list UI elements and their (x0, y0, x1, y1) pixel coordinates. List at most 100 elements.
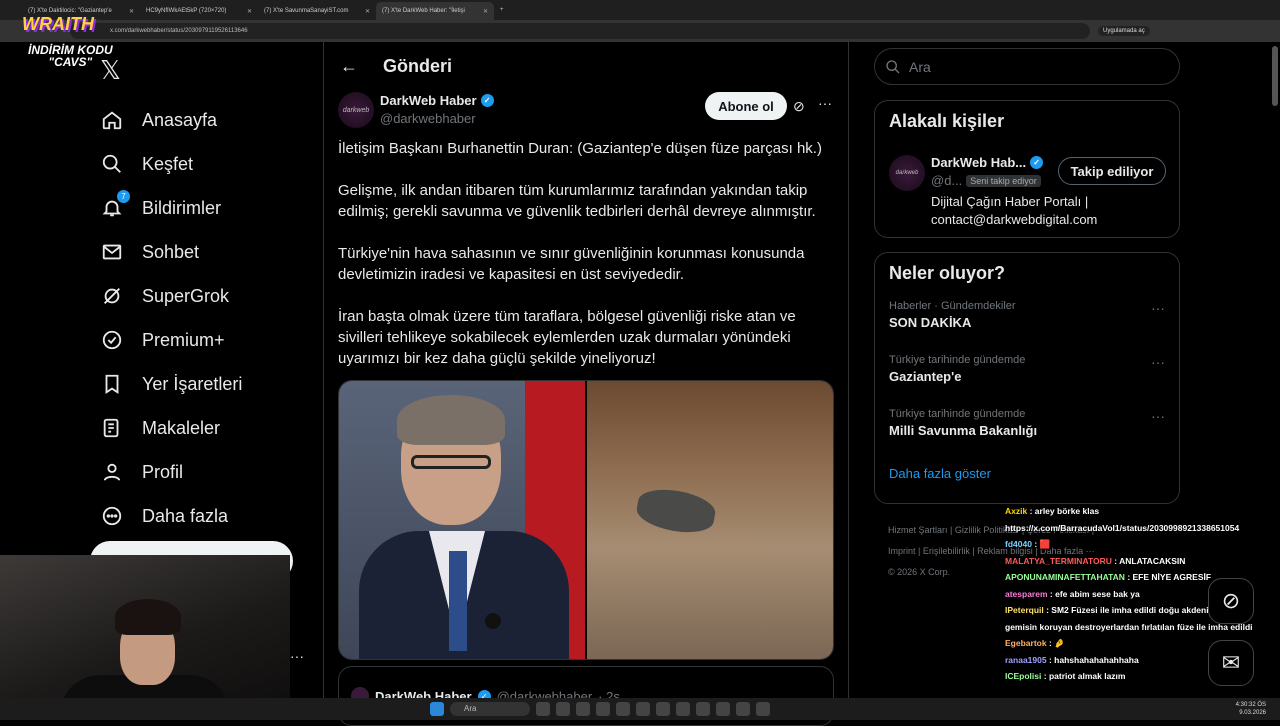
author-name-row[interactable]: DarkWeb Haber ✓ (380, 93, 494, 108)
related-handle: @d... (931, 173, 963, 188)
sidebar-item-notifications[interactable]: 7 Bildirimler (100, 186, 242, 230)
chat-message: Axzik : arley börke klas (1005, 503, 1275, 520)
sidebar-item-explore[interactable]: Keşfet (100, 142, 242, 186)
chat-text: : arley börke klas (1029, 506, 1100, 516)
trend-name: Gaziantep'e (889, 369, 962, 384)
microphone-shape (485, 613, 501, 629)
sidebar-item-articles[interactable]: Makaleler (100, 406, 242, 450)
more-options-icon[interactable]: ··· (1151, 408, 1165, 424)
taskbar-app-icon[interactable] (596, 702, 610, 716)
chat-text: : 🟥 (1034, 539, 1051, 549)
close-icon[interactable]: ✕ (483, 8, 488, 15)
chat-text: https://x.com/BarracudaVol1/status/20309… (1005, 522, 1240, 533)
taskbar-app-icon[interactable] (636, 702, 650, 716)
author-name: DarkWeb Haber (380, 93, 477, 108)
tab-label: (7) X'te DarkWeb Haber: "İletişi (382, 8, 465, 14)
url-field[interactable]: x.com/darkwebhaber/status/20309791195261… (70, 23, 1090, 39)
scrollbar[interactable] (1272, 46, 1278, 106)
search-icon (100, 152, 124, 176)
more-options-icon[interactable]: ··· (1151, 354, 1165, 370)
account-menu-icon[interactable]: ··· (290, 648, 304, 664)
sidebar-item-label: Daha fazla (142, 505, 229, 526)
grok-float-icon[interactable]: ⊘ (1208, 578, 1254, 624)
tab-label: (7) X'te SavunmaSanayiST.com (264, 8, 349, 14)
new-tab-icon[interactable]: + (500, 7, 504, 13)
taskbar-app-icon[interactable] (696, 702, 710, 716)
taskbar-app-icon[interactable] (676, 702, 690, 716)
avatar[interactable]: darkweb (889, 155, 925, 191)
taskbar-app-icon[interactable] (576, 702, 590, 716)
media-photo-debris[interactable] (587, 381, 833, 659)
show-more-link[interactable]: Daha fazla göster (875, 456, 1179, 491)
sidebar-item-premium[interactable]: Premium+ (100, 318, 242, 362)
taskbar-clock[interactable]: 4:30:32 ÖS 9.03.2026 (1236, 701, 1266, 717)
taskbar-app-icon[interactable] (656, 702, 670, 716)
close-icon[interactable]: ✕ (365, 8, 370, 15)
sidebar-item-label: Profil (142, 461, 184, 482)
sidebar-item-label: Premium+ (142, 329, 225, 350)
chat-user: atesparem (1005, 588, 1048, 599)
related-name-row[interactable]: DarkWeb Hab... ✓ (931, 155, 1044, 170)
subscribe-button[interactable]: Abone ol (705, 92, 787, 120)
taskbar-search[interactable]: Ara (450, 702, 530, 716)
taskbar-app-icon[interactable] (616, 702, 630, 716)
trend-category: Türkiye tarihinde gündemde (889, 408, 1026, 420)
clock-date: 9.03.2026 (1239, 710, 1266, 716)
more-options-icon[interactable]: ··· (1151, 300, 1165, 316)
sidebar-item-home[interactable]: Anasayfa (100, 98, 242, 142)
x-logo-icon[interactable]: 𝕏 (100, 55, 121, 86)
close-icon[interactable]: ✕ (247, 8, 252, 15)
grok-icon[interactable]: ⊘ (793, 98, 805, 115)
post-media[interactable] (338, 380, 834, 660)
sidebar-item-profile[interactable]: Profil (100, 450, 242, 494)
related-handle-row: @d... Seni takip ediyor (931, 173, 1041, 188)
author-handle[interactable]: @darkwebhaber (380, 111, 476, 126)
chat-user: APONUNAMINAFETTAHATAN (1005, 572, 1125, 582)
sidebar-item-label: Sohbet (142, 241, 200, 262)
chat-user: fd4040 (1005, 539, 1032, 549)
open-in-app-button[interactable]: Uygulamada aç (1098, 26, 1150, 36)
taskbar-app-icon[interactable] (756, 702, 770, 716)
hair-shape (397, 395, 505, 445)
trend-category: Türkiye tarihinde gündemde (889, 354, 1026, 366)
column-divider (848, 42, 849, 720)
missile-debris-shape (634, 484, 718, 538)
avatar[interactable]: darkweb (338, 92, 374, 128)
browser-tab[interactable]: HC9yNfIWkAEt5kP (720×720) ✕ (140, 2, 258, 20)
taskbar-app-icon[interactable] (556, 702, 570, 716)
sidebar-item-chat[interactable]: Sohbet (100, 230, 242, 274)
chat-text: : 🤌 (1048, 638, 1065, 648)
messages-float-icon[interactable]: ✉ (1208, 640, 1254, 686)
trend-category: Haberler · Gündemdekiler (889, 300, 1016, 312)
sidebar-item-supergrok[interactable]: SuperGrok (100, 274, 242, 318)
browser-tab[interactable]: (7) X'te SavunmaSanayiST.com ✕ (258, 2, 376, 20)
more-circle-icon (100, 504, 124, 528)
chat-user: ICEpolisi (1005, 671, 1042, 681)
related-people-card: Alakalı kişiler darkweb DarkWeb Hab... ✓ … (874, 100, 1180, 238)
post-header: ← Gönderi (324, 42, 848, 90)
chat-text: : efe abim sese bak ya (1049, 588, 1140, 599)
taskbar-app-icon[interactable] (536, 702, 550, 716)
trend-item[interactable]: Türkiye tarihinde gündemde Milli Savunma … (875, 402, 1179, 456)
browser-tab-active[interactable]: (7) X'te DarkWeb Haber: "İletişi ✕ (376, 2, 494, 20)
following-button[interactable]: Takip ediliyor (1058, 157, 1166, 185)
start-icon[interactable] (430, 702, 444, 716)
chat-message: https://x.com/BarracudaVol1/status/20309… (1005, 520, 1275, 537)
search-input[interactable]: Ara (874, 48, 1180, 85)
back-arrow-icon[interactable]: ← (340, 56, 358, 77)
glasses-shape (411, 455, 491, 469)
sidebar-item-more[interactable]: Daha fazla (100, 494, 242, 538)
close-icon[interactable]: ✕ (129, 8, 134, 15)
media-photo-speaker[interactable] (339, 381, 585, 659)
sidebar-item-label: Anasayfa (142, 109, 218, 130)
trend-item[interactable]: Haberler · Gündemdekiler SON DAKİKA ··· (875, 294, 1179, 348)
article-icon (100, 416, 124, 440)
trend-item[interactable]: Türkiye tarihinde gündemde Gaziantep'e ··· (875, 348, 1179, 402)
sidebar-item-bookmarks[interactable]: Yer İşaretleri (100, 362, 242, 406)
taskbar-app-icon[interactable] (736, 702, 750, 716)
post-paragraph: Gelişme, ilk andan itibaren tüm kurumlar… (338, 182, 816, 220)
chat-text: : patriot almak lazım (1043, 671, 1126, 681)
chat-user: IPeterquil (1005, 605, 1044, 615)
more-options-icon[interactable]: ··· (818, 95, 832, 111)
taskbar-app-icon[interactable] (716, 702, 730, 716)
